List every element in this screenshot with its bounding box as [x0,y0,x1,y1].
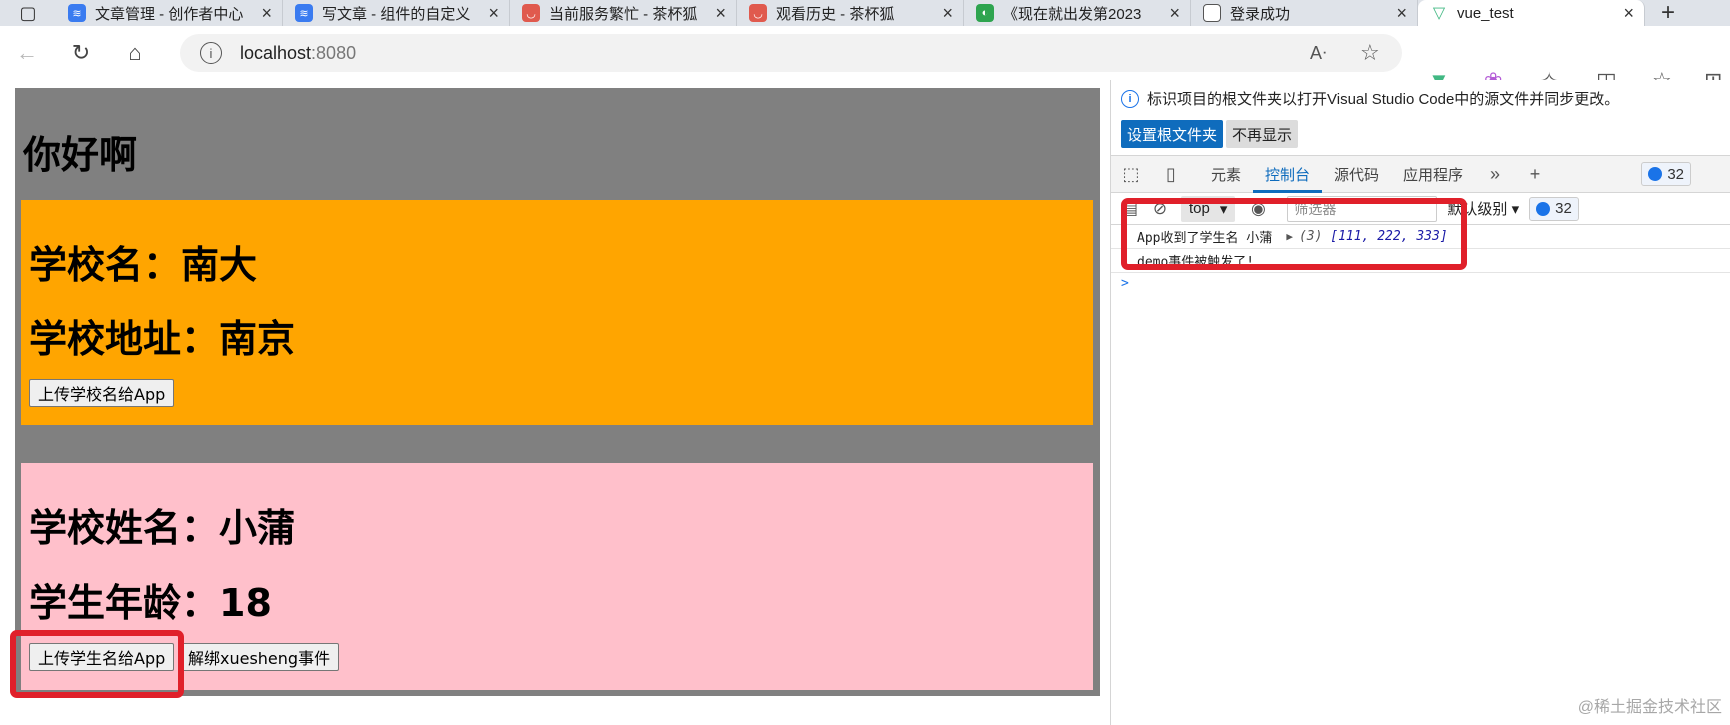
browser-tab[interactable]: ≋ 写文章 - 组件的自定义 × [283,0,510,26]
layers-icon: ≋ [68,4,86,22]
devtools-info-text: 标识项目的根文件夹以打开Visual Studio Code中的源文件并同步更改… [1147,91,1620,108]
inspect-element-icon[interactable]: ⬚ [1111,164,1151,185]
student-age: 学生年龄：18 [29,581,272,625]
read-aloud-icon[interactable]: Aᐧ [1310,43,1327,64]
school-name: 学校名：南大 [29,243,258,287]
devtools-info-bar: i 标识项目的根文件夹以打开Visual Studio Code中的源文件并同步… [1121,88,1619,109]
page-viewport: 你好啊 学校名：南大 学校地址：南京 上传学校名给App 学校姓名：小蒲 学生年… [0,80,1110,725]
reload-icon[interactable]: ↻ [54,26,108,80]
tab-actions-icon[interactable]: ▢ [0,0,56,26]
close-icon[interactable]: × [1169,3,1180,24]
close-icon[interactable]: × [488,3,499,24]
devtools-tab-sources[interactable]: 源代码 [1322,155,1391,193]
close-icon[interactable]: × [942,3,953,24]
message-icon [1536,201,1551,216]
send-school-name-button[interactable]: 上传学校名给App [29,379,175,407]
close-icon[interactable]: × [715,3,726,24]
browser-tab[interactable]: ◡ 观看历史 - 茶杯狐 × [737,0,964,26]
devtools-tab-application[interactable]: 应用程序 [1391,155,1475,193]
add-tab-icon[interactable]: + [1515,164,1555,185]
page-icon [1203,4,1221,22]
dont-show-again-button[interactable]: 不再显示 [1226,120,1299,148]
cup-icon: ◡ [749,4,767,22]
close-icon[interactable]: × [1623,3,1634,24]
issues-badge[interactable]: 32 [1641,162,1691,186]
highlight-box [10,630,184,698]
info-icon: i [1121,89,1139,108]
back-icon[interactable]: ← [0,26,54,80]
devtools-tab-console[interactable]: 控制台 [1253,155,1323,193]
favorite-star-icon[interactable]: ☆ [1360,40,1380,66]
leaf-icon: ◐ [976,4,994,22]
url-port: :8080 [311,42,357,63]
url-field[interactable]: i localhost:8080 Aᐧ ☆ [180,34,1402,72]
device-emulation-icon[interactable]: ▯ [1151,164,1191,185]
browser-tab[interactable]: ◐ 《现在就出发第2023 × [964,0,1191,26]
address-bar-row: ← ↻ ⌂ i localhost:8080 Aᐧ ☆ ▼ ❀ ✧ ◫ ☆ ⊞ [0,26,1730,93]
url-host: localhost [240,42,312,63]
highlight-box [1121,198,1467,270]
devtools-panel: i 标识项目的根文件夹以打开Visual Studio Code中的源文件并同步… [1110,80,1730,725]
vue-icon: ▽ [1432,5,1446,22]
new-tab-button[interactable]: + [1645,0,1691,26]
browser-tab-active[interactable]: ▽ vue_test × [1418,0,1645,26]
unbind-event-button[interactable]: 解绑xuesheng事件 [179,643,340,671]
site-info-icon[interactable]: i [200,42,222,64]
console-prompt[interactable]: > [1111,273,1730,293]
message-icon [1648,167,1663,181]
devtools-tab-elements[interactable]: 元素 [1199,155,1253,193]
student-name: 学校姓名：小蒲 [29,506,296,550]
layers-icon: ≋ [295,4,313,22]
school-address: 学校地址：南京 [29,317,296,361]
set-root-folder-button[interactable]: 设置根文件夹 [1121,120,1224,148]
watermark: @稀土掘金技术社区 [1577,699,1722,716]
home-icon[interactable]: ⌂ [108,26,162,80]
app-heading: 你好啊 [23,133,138,177]
devtools-tab-bar: ⬚ ▯ 元素 控制台 源代码 应用程序 » + 32 [1111,155,1730,193]
cup-icon: ◡ [522,4,540,22]
issues-badge-toolbar[interactable]: 32 [1529,196,1579,221]
browser-tab[interactable]: ◡ 当前服务繁忙 - 茶杯狐 × [510,0,737,26]
app-root: 你好啊 学校名：南大 学校地址：南京 上传学校名给App 学校姓名：小蒲 学生年… [15,88,1100,696]
browser-tab[interactable]: 登录成功 × [1191,0,1418,26]
school-component: 学校名：南大 学校地址：南京 上传学校名给App [21,200,1093,425]
close-icon[interactable]: × [1396,3,1407,24]
browser-tab[interactable]: ≋ 文章管理 - 创作者中心 × [56,0,283,26]
browser-tab-strip: ▢ ≋ 文章管理 - 创作者中心 × ≋ 写文章 - 组件的自定义 × ◡ 当前… [0,0,1730,26]
more-tabs-icon[interactable]: » [1475,164,1515,185]
close-icon[interactable]: × [261,3,272,24]
